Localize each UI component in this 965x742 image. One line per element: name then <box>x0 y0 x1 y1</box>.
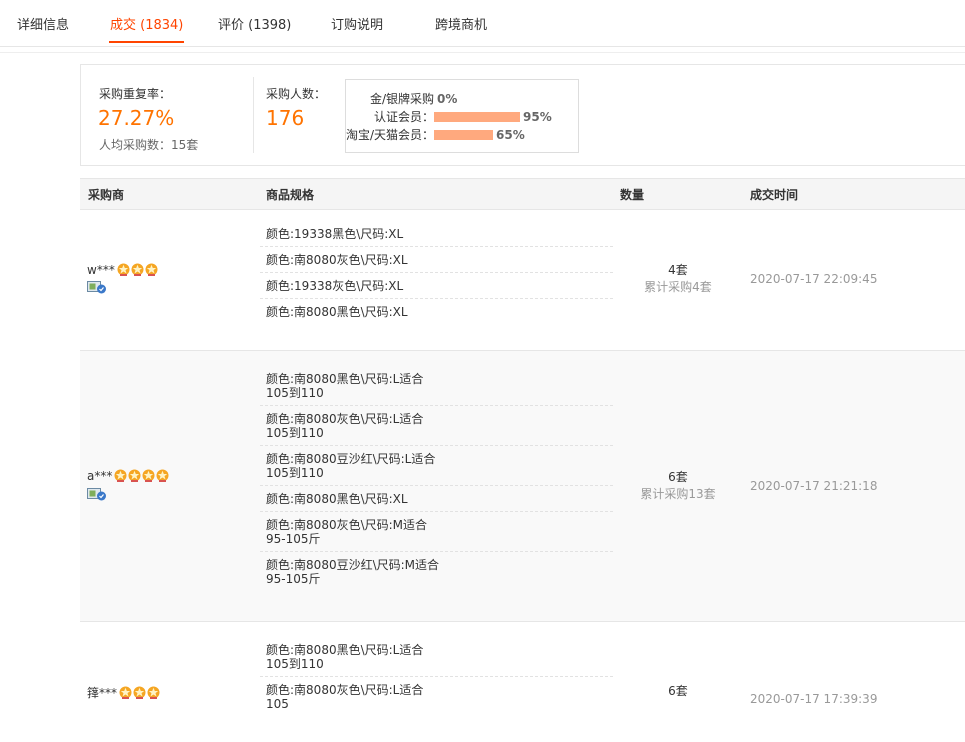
repeat-rate-label: 采购重复率： <box>99 87 172 101</box>
tab-reviews[interactable]: 评价 (1398) <box>218 14 291 33</box>
purchase-summary: 采购重复率： 27.27% 人均采购数：15套 采购人数： 176 金/银牌采购… <box>80 64 965 166</box>
medal-star-icon <box>128 469 141 482</box>
buyers-label: 采购人数： <box>266 87 327 101</box>
spec-list: 颜色:19338黑色\尺码:XL 颜色:南8080灰色\尺码:XL 颜色:19338… <box>260 221 613 324</box>
buyer-level-stars <box>119 686 161 702</box>
header-time: 成交时间 <box>750 188 799 202</box>
table-row: a*** 颜色:南8080黑色\尺码:L适合105到110 颜色:南8080灰色\… <box>80 351 965 622</box>
distribution-row: 淘宝/天猫会员： 65% <box>346 126 578 144</box>
spec-item: 颜色:南8080灰色\尺码:L适合105到110 <box>260 406 613 446</box>
table-row: w*** 颜色:19338黑色\尺码:XL 颜色:南8080灰色\尺码:XL 颜色:… <box>80 209 965 351</box>
medal-star-icon <box>131 263 144 276</box>
distribution-label: 认证会员： <box>373 110 434 124</box>
medal-star-icon <box>147 686 160 699</box>
spec-item: 颜色:19338灰色\尺码:XL <box>260 273 613 299</box>
buyer-level-stars <box>114 469 170 485</box>
buyer-name[interactable]: w*** <box>87 263 159 279</box>
table-row: 箨*** 颜色:南8080黑色\尺码:L适合105到110 颜色:南8080灰色\… <box>80 622 965 742</box>
medal-star-icon <box>145 263 158 276</box>
buyer-distribution: 金/银牌采购 0% 认证会员： 95% 淘宝/天猫会员： 65% <box>345 79 579 153</box>
distribution-pct: 0% <box>437 92 458 106</box>
spec-item: 颜色:南8080黑色\尺码:L适合105到110 <box>260 366 613 406</box>
spec-item: 颜色:南8080灰色\尺码:XL <box>260 247 613 273</box>
distribution-pct: 65% <box>496 128 525 142</box>
verified-member-icon[interactable] <box>87 281 107 294</box>
transaction-time: 2020-07-17 21:21:18 <box>750 479 878 493</box>
medal-star-icon <box>114 469 127 482</box>
tab-bar: 详细信息 成交 (1834) 评价 (1398) 订购说明 跨境商机 <box>0 0 965 47</box>
buyer-name[interactable]: a*** <box>87 469 170 485</box>
header-buyer: 采购商 <box>88 188 125 202</box>
table-header: 采购商 商品规格 数量 成交时间 <box>80 178 965 210</box>
distribution-label: 淘宝/天猫会员： <box>345 128 434 142</box>
quantity: 6套 <box>668 684 688 698</box>
distribution-pct: 95% <box>523 110 552 124</box>
medal-star-icon <box>142 469 155 482</box>
summary-divider <box>253 77 254 153</box>
spec-item: 颜色:南8080黑色\尺码:XL <box>266 305 408 319</box>
transaction-time: 2020-07-17 17:39:39 <box>750 692 878 706</box>
quantity-cell: 6套 <box>613 682 743 700</box>
spec-item: 颜色:南8080灰色\尺码:M适合95-105斤 <box>260 512 613 552</box>
repeat-rate-value: 27.27% <box>98 106 175 130</box>
spec-list: 颜色:南8080黑色\尺码:L适合105到110 颜色:南8080灰色\尺码:L适… <box>260 366 613 591</box>
cumulative-purchase: 累计采购13套 <box>640 487 716 501</box>
header-qty: 数量 <box>620 188 645 202</box>
spec-list: 颜色:南8080黑色\尺码:L适合105到110 颜色:南8080灰色\尺码:L适… <box>260 637 613 716</box>
spec-item: 颜色:南8080豆沙红\尺码:L适合105到110 <box>260 446 613 486</box>
header-spec: 商品规格 <box>266 188 315 202</box>
distribution-label: 金/银牌采购 <box>369 92 434 106</box>
quantity: 4套 <box>668 263 688 277</box>
buyer-name[interactable]: 箨*** <box>87 684 161 702</box>
tab-cross-border[interactable]: 跨境商机 <box>435 14 487 33</box>
quantity-cell: 6套 累计采购13套 <box>613 468 743 502</box>
verified-member-icon[interactable] <box>87 488 107 501</box>
medal-star-icon <box>117 263 130 276</box>
distribution-bar <box>434 112 520 122</box>
tab-order-instructions[interactable]: 订购说明 <box>331 14 383 33</box>
spec-item: 颜色:南8080黑色\尺码:XL <box>260 486 613 512</box>
medal-star-icon <box>119 686 132 699</box>
buyer-level-stars <box>117 263 159 279</box>
spec-item: 颜色:南8080豆沙红\尺码:M适合95-105斤 <box>266 558 440 586</box>
spec-item: 颜色:19338黑色\尺码:XL <box>260 221 613 247</box>
buyers-value: 176 <box>266 106 305 130</box>
divider <box>0 52 965 53</box>
spec-item: 颜色:南8080黑色\尺码:L适合105到110 <box>260 637 613 677</box>
distribution-row: 认证会员： 95% <box>346 108 578 126</box>
cumulative-purchase: 累计采购4套 <box>644 280 712 294</box>
medal-star-icon <box>133 686 146 699</box>
active-tab-indicator <box>109 41 184 43</box>
quantity: 6套 <box>668 470 688 484</box>
quantity-cell: 4套 累计采购4套 <box>613 261 743 295</box>
tab-details[interactable]: 详细信息 <box>17 14 69 33</box>
transaction-time: 2020-07-17 22:09:45 <box>750 272 878 286</box>
spec-item: 颜色:南8080灰色\尺码:L适合105 <box>266 683 424 711</box>
per-capita-purchase: 人均采购数：15套 <box>99 138 199 152</box>
distribution-row: 金/银牌采购 0% <box>346 90 578 108</box>
tab-transactions[interactable]: 成交 (1834) <box>110 14 183 33</box>
distribution-bar <box>434 130 493 140</box>
medal-star-icon <box>156 469 169 482</box>
